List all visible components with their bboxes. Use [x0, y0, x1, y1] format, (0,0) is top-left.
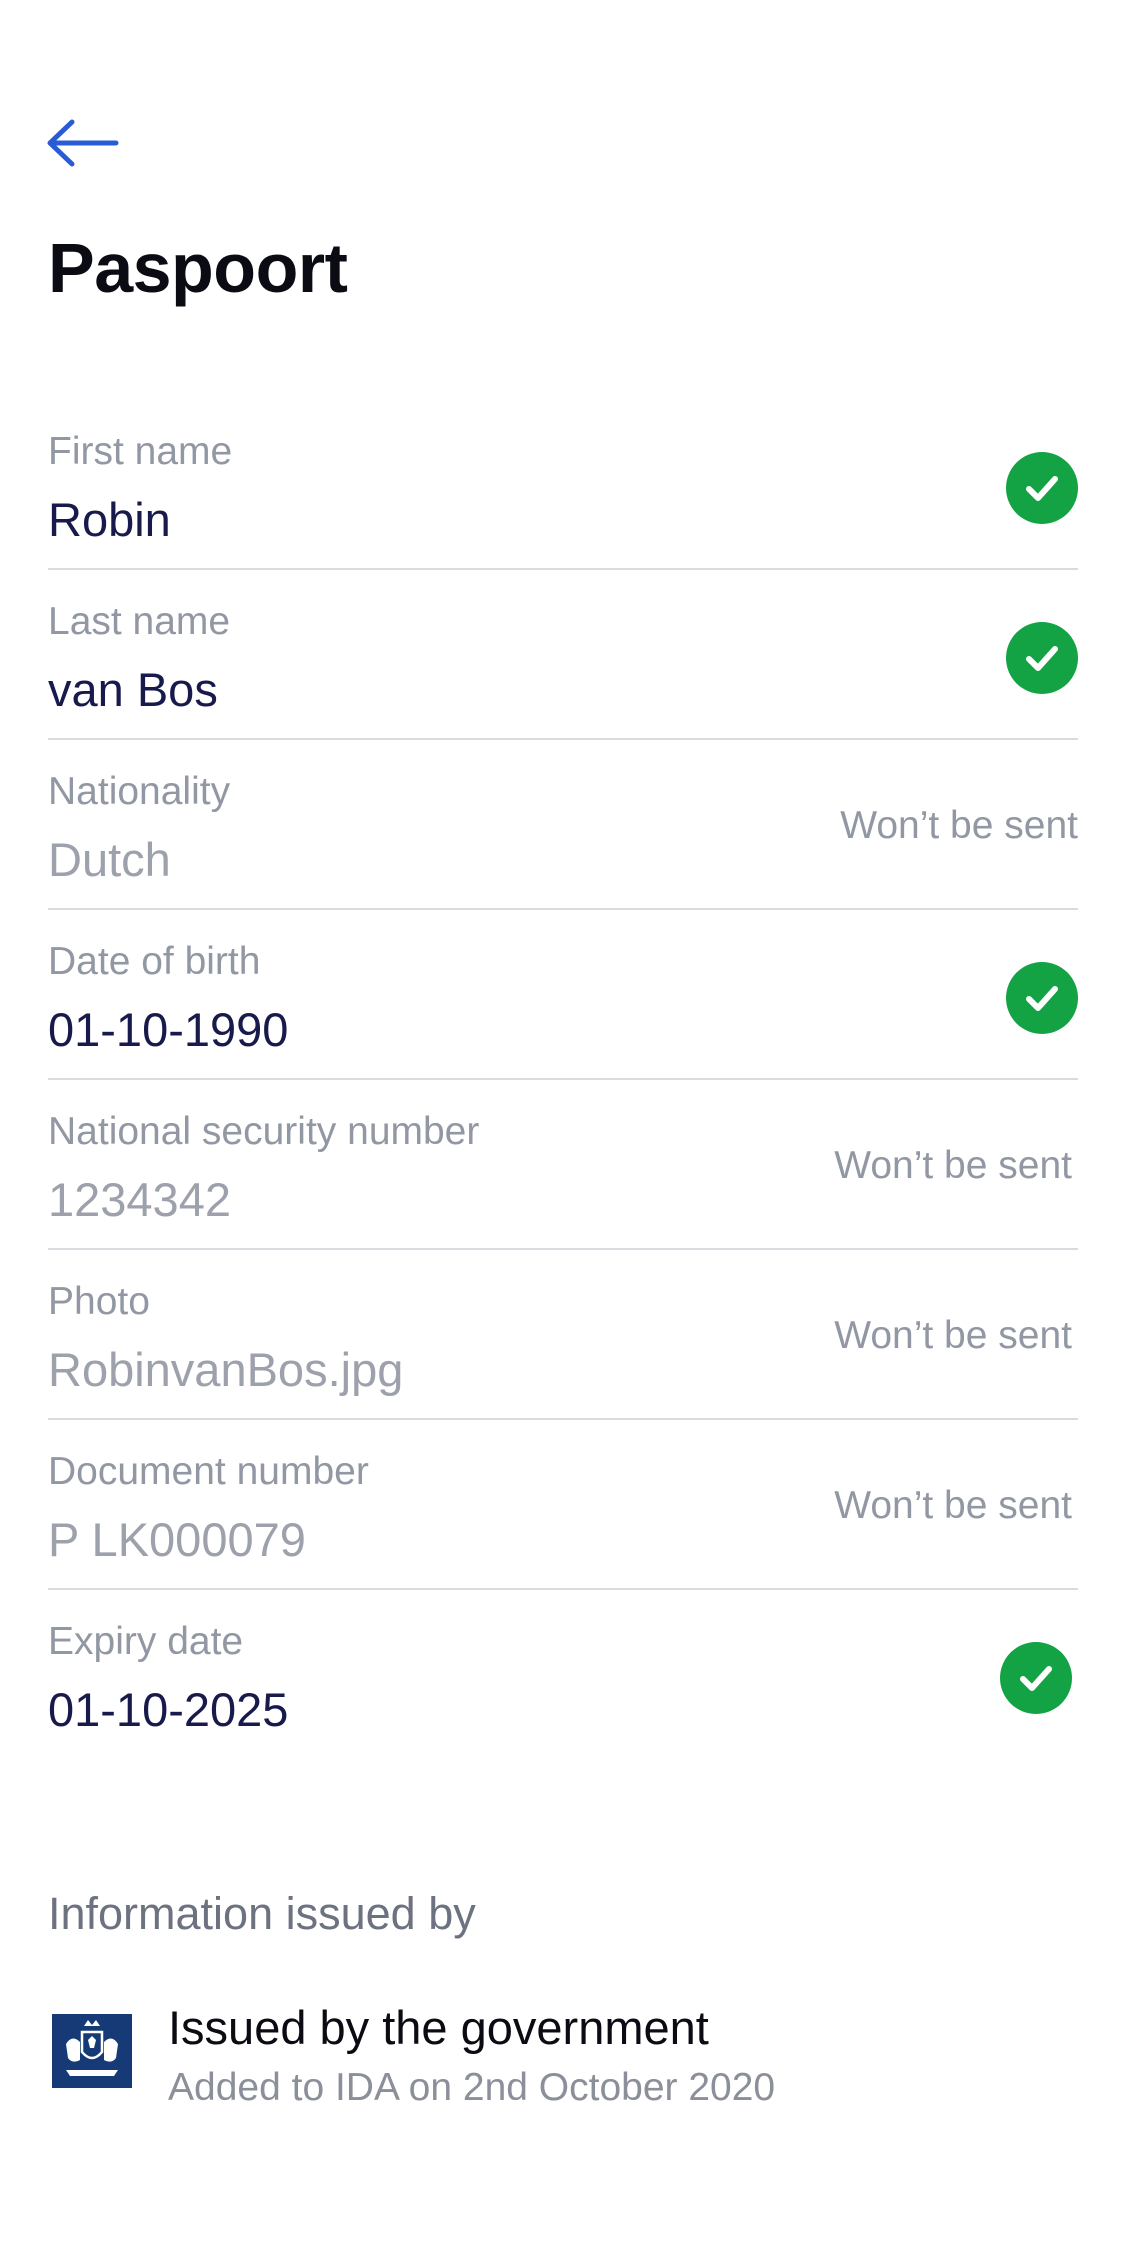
field-row-date-of-birth: Date of birth 01-10-1990 [48, 910, 1078, 1080]
check-icon [1000, 1642, 1072, 1714]
issuer-added-date: Added to IDA on 2nd October 2020 [168, 2066, 776, 2109]
government-coat-of-arms-icon [52, 2014, 132, 2088]
page-title: Paspoort [48, 229, 348, 307]
field-label: Expiry date [48, 1620, 244, 1663]
field-value: van Bos [48, 663, 218, 716]
check-icon [1006, 962, 1078, 1034]
wont-be-sent-label: Won’t be sent [834, 1314, 1072, 1357]
field-row-nationality: Nationality Dutch Won’t be sent [48, 740, 1078, 910]
wont-be-sent-label: Won’t be sent [834, 1144, 1072, 1187]
issued-by-heading: Information issued by [48, 1888, 476, 1939]
field-value: 01-10-2025 [48, 1683, 289, 1736]
field-value: RobinvanBos.jpg [48, 1343, 404, 1396]
wont-be-sent-label: Won’t be sent [840, 804, 1078, 847]
issuer-name: Issued by the government [168, 2001, 709, 2054]
wont-be-sent-label: Won’t be sent [834, 1484, 1072, 1527]
field-row-first-name: First name Robin [48, 400, 1078, 570]
field-value: P LK000079 [48, 1513, 306, 1566]
field-label: Photo [48, 1280, 150, 1323]
check-icon [1006, 622, 1078, 694]
field-label: Date of birth [48, 940, 261, 983]
field-label: First name [48, 430, 233, 473]
field-list: First name Robin Last name van Bos Natio… [48, 400, 1078, 1760]
field-row-photo: Photo RobinvanBos.jpg Won’t be sent [48, 1250, 1078, 1420]
field-value: 01-10-1990 [48, 1003, 289, 1056]
field-value: Robin [48, 493, 171, 546]
check-icon [1006, 452, 1078, 524]
field-value: Dutch [48, 833, 171, 886]
issuer-card: Issued by the government Added to IDA on… [48, 2000, 1078, 2130]
field-row-last-name: Last name van Bos [48, 570, 1078, 740]
field-row-expiry-date: Expiry date 01-10-2025 [48, 1590, 1078, 1760]
field-row-document-number: Document number P LK000079 Won’t be sent [48, 1420, 1078, 1590]
field-row-national-security-number: National security number 1234342 Won’t b… [48, 1080, 1078, 1250]
field-value: 1234342 [48, 1173, 231, 1226]
field-label: Last name [48, 600, 231, 643]
field-label: Document number [48, 1450, 369, 1493]
arrow-left-icon [47, 119, 119, 167]
field-label: National security number [48, 1110, 480, 1153]
field-label: Nationality [48, 770, 231, 813]
back-button[interactable] [44, 110, 126, 176]
